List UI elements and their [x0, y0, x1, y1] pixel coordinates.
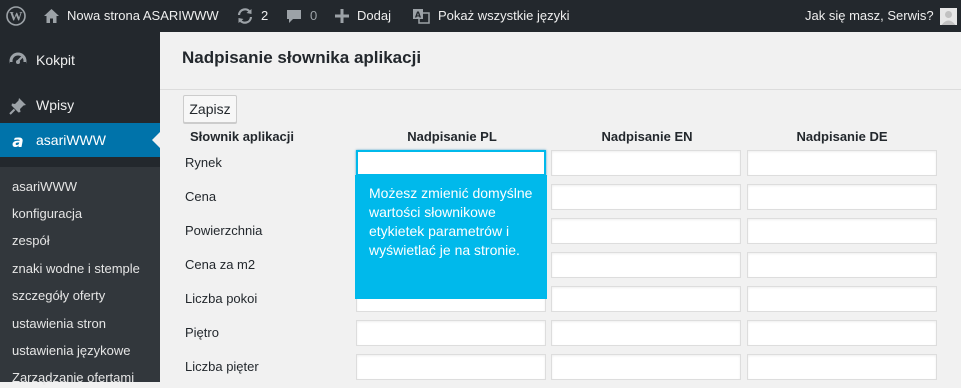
column-header: Nadpisanie DE	[796, 129, 888, 144]
override-input-pl[interactable]	[356, 320, 546, 346]
svg-text:W: W	[10, 9, 23, 24]
row-label: Cena za m2	[185, 257, 256, 272]
comments-link[interactable]: 0	[286, 0, 317, 32]
admin-sidebar: Kokpit Wpisy a asariWWW asariWWW konfigur…	[0, 32, 160, 385]
row-label: Piętro	[185, 325, 219, 340]
wordpress-logo-icon[interactable]: W	[6, 0, 26, 32]
override-input-en[interactable]	[551, 218, 741, 244]
menu-item-kokpit[interactable]: Kokpit	[0, 43, 160, 77]
submenu-item[interactable]: znaki wodne i stemple	[12, 259, 140, 279]
updates-count: 2	[261, 8, 269, 23]
override-input-de[interactable]	[747, 184, 937, 210]
site-name-link[interactable]: Nowa strona ASARIWWW	[43, 0, 219, 32]
avatar	[939, 7, 957, 25]
my-account-link[interactable]: Jak się masz, Serwis?	[805, 0, 957, 32]
override-input-de[interactable]	[747, 354, 937, 380]
menu-item-asariwww[interactable]: a asariWWW	[0, 123, 160, 157]
site-name: Nowa strona ASARIWWW	[67, 8, 219, 23]
page-title: Nadpisanie słownika aplikacji	[182, 48, 422, 67]
row-label: Liczba pokoi	[185, 291, 258, 306]
column-header: Nadpisanie PL	[407, 129, 497, 144]
svg-text:a: a	[12, 132, 23, 151]
override-input-pl[interactable]	[356, 354, 546, 380]
comments-count: 0	[310, 8, 318, 23]
override-input-de[interactable]	[747, 150, 937, 176]
menu-label-wpisy: Wpisy	[36, 97, 75, 113]
override-input-de[interactable]	[747, 320, 937, 346]
submenu-item[interactable]: konfiguracja	[12, 204, 82, 224]
menu-label-asariwww: asariWWW	[36, 132, 106, 148]
home-icon	[43, 8, 60, 24]
submenu-item[interactable]: ustawienia językowe	[12, 341, 131, 361]
override-input-en[interactable]	[551, 252, 741, 278]
asariwww-submenu: asariWWW konfiguracja zespół znaki wodne i …	[0, 167, 160, 385]
override-input-de[interactable]	[747, 252, 937, 278]
menu-label-kokpit: Kokpit	[36, 52, 75, 68]
row-label: Rynek	[185, 155, 222, 170]
svg-text:A: A	[415, 11, 422, 20]
override-input-en[interactable]	[551, 286, 741, 312]
menu-item-wpisy[interactable]: Wpisy	[0, 88, 160, 122]
pin-icon	[8, 96, 28, 116]
row-label: Liczba pięter	[185, 359, 259, 374]
greeting-text: Jak się masz, Serwis?	[805, 8, 934, 23]
new-content-label: Dodaj	[357, 8, 391, 23]
updates-link[interactable]: 2	[236, 0, 268, 32]
override-input-en[interactable]	[551, 184, 741, 210]
plus-icon	[335, 9, 349, 23]
title-divider	[160, 89, 961, 90]
help-tooltip: Możesz zmienić domyślne wartości słownik…	[355, 175, 547, 299]
updates-icon	[236, 8, 254, 24]
column-header: Nadpisanie EN	[601, 129, 693, 144]
row-label: Powierzchnia	[185, 223, 263, 238]
column-header: Słownik aplikacji	[189, 129, 295, 144]
override-input-pl[interactable]	[356, 150, 546, 176]
save-button[interactable]: Zapisz	[183, 95, 237, 123]
asari-a-icon: a	[8, 131, 28, 152]
dashboard-icon	[8, 51, 28, 71]
row-label: Cena	[185, 189, 217, 204]
new-content-link[interactable]: Dodaj	[335, 0, 391, 32]
languages-label: Pokaż wszystkie języki	[438, 8, 570, 23]
show-all-languages-link[interactable]: A Pokaż wszystkie języki	[412, 0, 569, 32]
override-input-en[interactable]	[551, 150, 741, 176]
translation-icon: A	[412, 8, 430, 24]
override-input-de[interactable]	[747, 218, 937, 244]
override-input-de[interactable]	[747, 286, 937, 312]
submenu-item[interactable]: szczegóły oferty	[12, 286, 105, 306]
submenu-item[interactable]: asariWWW	[12, 177, 77, 197]
main-content: Nadpisanie słownika aplikacji Zapisz Sło…	[160, 32, 961, 382]
override-input-en[interactable]	[551, 354, 741, 380]
submenu-item[interactable]: Zarządzanie ofertami	[12, 368, 134, 388]
submenu-item[interactable]: zespół	[12, 231, 50, 251]
override-input-en[interactable]	[551, 320, 741, 346]
comment-bubble-icon	[286, 9, 302, 24]
submenu-item[interactable]: ustawienia stron	[12, 314, 106, 334]
admin-bar: W Nowa strona ASARIWWW 2 0 Dodaj A Pokaż…	[0, 0, 961, 32]
